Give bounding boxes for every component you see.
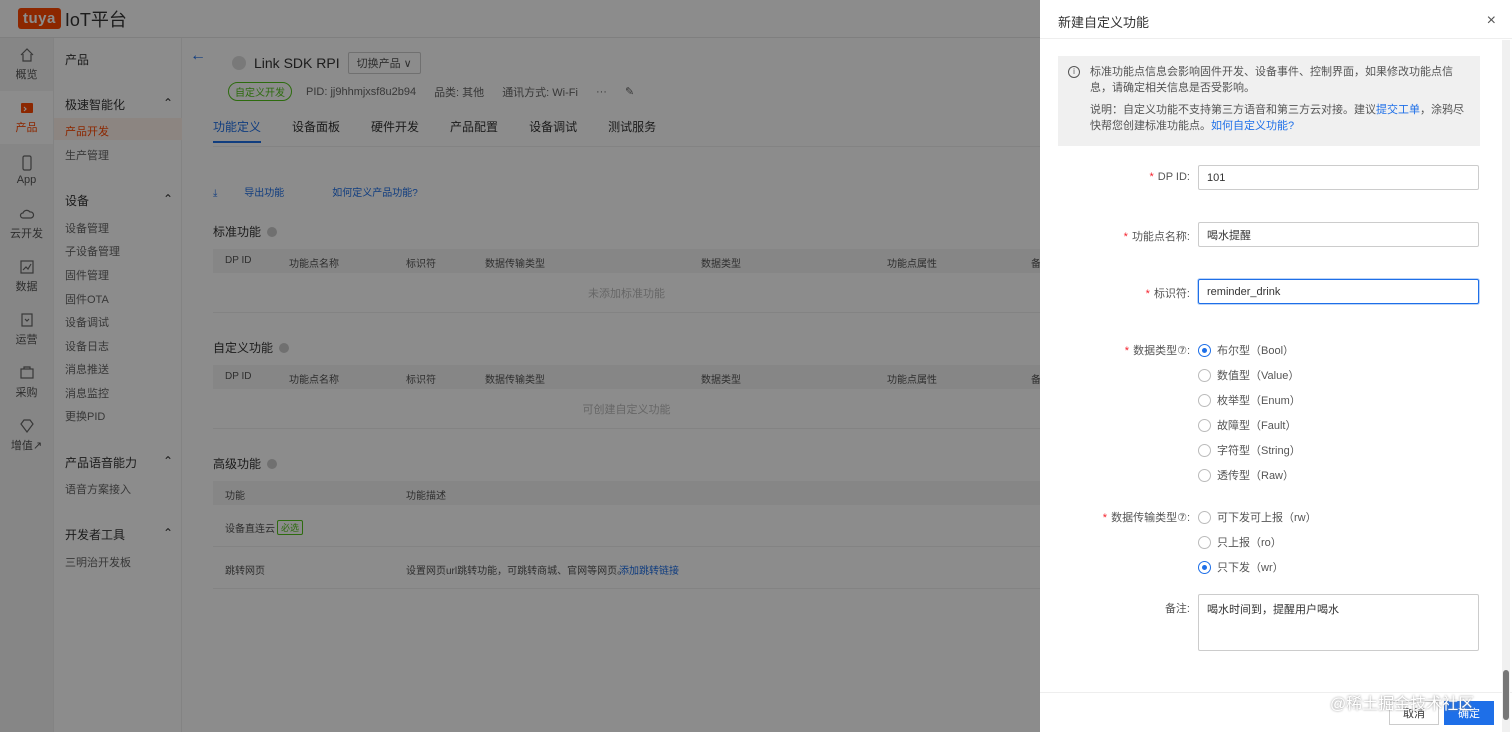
required-mark: * [1102, 512, 1108, 524]
watermark: @稀土掘金技术社区 [1330, 696, 1475, 713]
data-type-bool[interactable]: 布尔型（Bool） [1198, 342, 1294, 358]
close-icon[interactable]: × [1487, 12, 1496, 30]
transfer-type-rw[interactable]: 可下发可上报（rw） [1198, 509, 1317, 525]
radio-button[interactable] [1198, 510, 1211, 524]
remark-textarea[interactable]: 喝水时间到，提醒用户喝水 [1198, 594, 1479, 651]
dpid-label: * DP ID: [1150, 171, 1190, 183]
identifier-label: * 标识符: [1146, 285, 1190, 301]
data-type-label-text: 数据类型⑦: [1133, 345, 1190, 357]
name-label-text: 功能点名称: [1131, 231, 1190, 243]
data-type-fault[interactable]: 故障型（Fault） [1198, 417, 1296, 433]
transfer-type-label-text: 数据传输类型⑦: [1111, 512, 1190, 524]
radio-label: 枚举型（Enum） [1217, 395, 1301, 407]
app-root: tuya IoT平台 概览 产品 App 云开发 数据 运营 采购 增值↗ 产品… [0, 0, 1512, 732]
notice-box: i 标准功能点信息会影响固件开发、设备事件、控制界面，如果修改功能点信息，请确定… [1058, 56, 1480, 146]
notice-2-pre: 说明：自定义功能不支持第三方语音和第三方云对接。建议 [1090, 104, 1376, 116]
notice-text-1: 标准功能点信息会影响固件开发、设备事件、控制界面，如果修改功能点信息，请确定相关… [1090, 66, 1453, 94]
radio-button[interactable] [1198, 418, 1211, 432]
required-mark: * [1149, 171, 1154, 183]
radio-button[interactable] [1198, 535, 1211, 549]
notice-text-2: 说明：自定义功能不支持第三方语音和第三方云对接。建议提交工单，涂鸦尽快帮您创建标… [1090, 102, 1470, 134]
radio-label: 只下发（wr） [1217, 562, 1284, 574]
radio-button[interactable] [1198, 468, 1211, 482]
required-mark: * [1145, 288, 1150, 300]
scrollbar-thumb[interactable] [1503, 670, 1509, 720]
data-type-label: * 数据类型⑦: [1125, 342, 1190, 358]
required-mark: * [1123, 231, 1128, 243]
radio-label: 透传型（Raw） [1217, 470, 1295, 482]
modal-mask[interactable] [0, 0, 1040, 732]
info-icon: i [1068, 66, 1080, 78]
radio-label: 只上报（ro） [1217, 537, 1282, 549]
radio-label: 可下发可上报（rw） [1217, 512, 1317, 524]
transfer-type-ro[interactable]: 只上报（ro） [1198, 534, 1282, 550]
remark-label: 备注: [1164, 603, 1190, 615]
new-custom-function-drawer: 新建自定义功能 × i 标准功能点信息会影响固件开发、设备事件、控制界面，如果修… [1040, 0, 1512, 732]
radio-label: 故障型（Fault） [1217, 420, 1297, 432]
drawer-header-divider [1040, 38, 1512, 39]
radio-button[interactable] [1198, 560, 1211, 574]
radio-button[interactable] [1198, 343, 1211, 357]
radio-button[interactable] [1198, 443, 1211, 457]
data-type-value[interactable]: 数值型（Value） [1198, 367, 1299, 383]
submit-ticket-link[interactable]: 提交工单 [1376, 104, 1420, 116]
radio-label: 数值型（Value） [1217, 370, 1300, 382]
required-mark: * [1124, 345, 1130, 357]
drawer-scrollbar[interactable] [1502, 40, 1510, 732]
dpid-input[interactable] [1198, 165, 1479, 190]
drawer-title: 新建自定义功能 [1058, 15, 1150, 30]
data-type-enum[interactable]: 枚举型（Enum） [1198, 392, 1301, 408]
radio-button[interactable] [1198, 393, 1211, 407]
radio-label: 字符型（String） [1217, 445, 1301, 457]
identifier-input[interactable] [1198, 279, 1479, 304]
radio-button[interactable] [1198, 368, 1211, 382]
identifier-label-text: 标识符: [1153, 288, 1190, 300]
radio-label: 布尔型（Bool） [1217, 345, 1295, 357]
data-type-string[interactable]: 字符型（String） [1198, 442, 1301, 458]
transfer-type-wr[interactable]: 只下发（wr） [1198, 559, 1284, 575]
transfer-type-label: * 数据传输类型⑦: [1103, 509, 1190, 525]
name-label: * 功能点名称: [1124, 228, 1190, 244]
how-to-customize-link[interactable]: 如何自定义功能? [1211, 120, 1294, 132]
data-type-raw[interactable]: 透传型（Raw） [1198, 467, 1294, 483]
function-name-input[interactable] [1198, 222, 1479, 247]
dpid-label-text: DP ID: [1157, 171, 1190, 183]
